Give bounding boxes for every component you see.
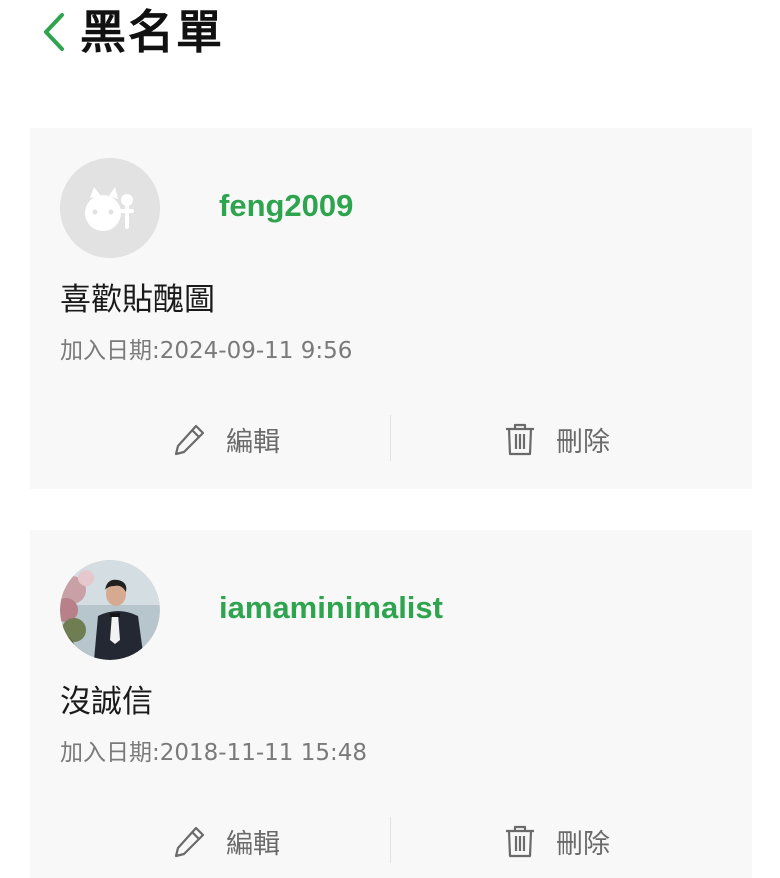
chevron-left-icon bbox=[41, 12, 67, 56]
action-divider bbox=[390, 415, 391, 461]
blacklist-entry-card: feng2009 喜歡貼醜圖 加入日期:2024-09-11 9:56 編輯 刪… bbox=[30, 128, 752, 489]
edit-button[interactable]: 編輯 bbox=[172, 808, 280, 874]
delete-label: 刪除 bbox=[556, 828, 610, 860]
date-added-value: 2018-11-11 15:48 bbox=[159, 740, 368, 766]
avatar[interactable] bbox=[60, 158, 160, 258]
date-added: 加入日期:2018-11-11 15:48 bbox=[60, 738, 367, 768]
username-link[interactable]: iamaminimalist bbox=[219, 588, 443, 628]
delete-button[interactable]: 刪除 bbox=[502, 406, 610, 472]
trash-icon bbox=[502, 421, 538, 457]
action-divider bbox=[390, 817, 391, 863]
entry-actions: 編輯 刪除 bbox=[30, 406, 752, 472]
delete-label: 刪除 bbox=[556, 426, 610, 458]
edit-label: 編輯 bbox=[226, 828, 280, 860]
delete-button[interactable]: 刪除 bbox=[502, 808, 610, 874]
page-title: 黑名單 bbox=[80, 5, 224, 59]
username-link[interactable]: feng2009 bbox=[219, 186, 353, 226]
pencil-icon bbox=[172, 823, 208, 859]
edit-button[interactable]: 編輯 bbox=[172, 406, 280, 472]
edit-label: 編輯 bbox=[226, 426, 280, 458]
block-reason: 喜歡貼醜圖 bbox=[60, 282, 215, 318]
block-reason: 沒誠信 bbox=[60, 684, 153, 720]
blacklist-entry-card: iamaminimalist 沒誠信 加入日期:2018-11-11 15:48… bbox=[30, 530, 752, 878]
trash-icon bbox=[502, 823, 538, 859]
back-button[interactable] bbox=[34, 12, 74, 56]
user-photo bbox=[60, 560, 160, 660]
date-added-label: 加入日期: bbox=[60, 740, 160, 766]
date-added-label: 加入日期: bbox=[60, 338, 160, 364]
avatar[interactable] bbox=[60, 560, 160, 660]
entry-actions: 編輯 刪除 bbox=[30, 808, 752, 874]
pencil-icon bbox=[172, 421, 208, 457]
date-added-value: 2024-09-11 9:56 bbox=[159, 338, 353, 364]
header-bar: 黑名單 bbox=[0, 0, 780, 80]
date-added: 加入日期:2024-09-11 9:56 bbox=[60, 336, 352, 366]
default-avatar-icon bbox=[60, 158, 160, 258]
